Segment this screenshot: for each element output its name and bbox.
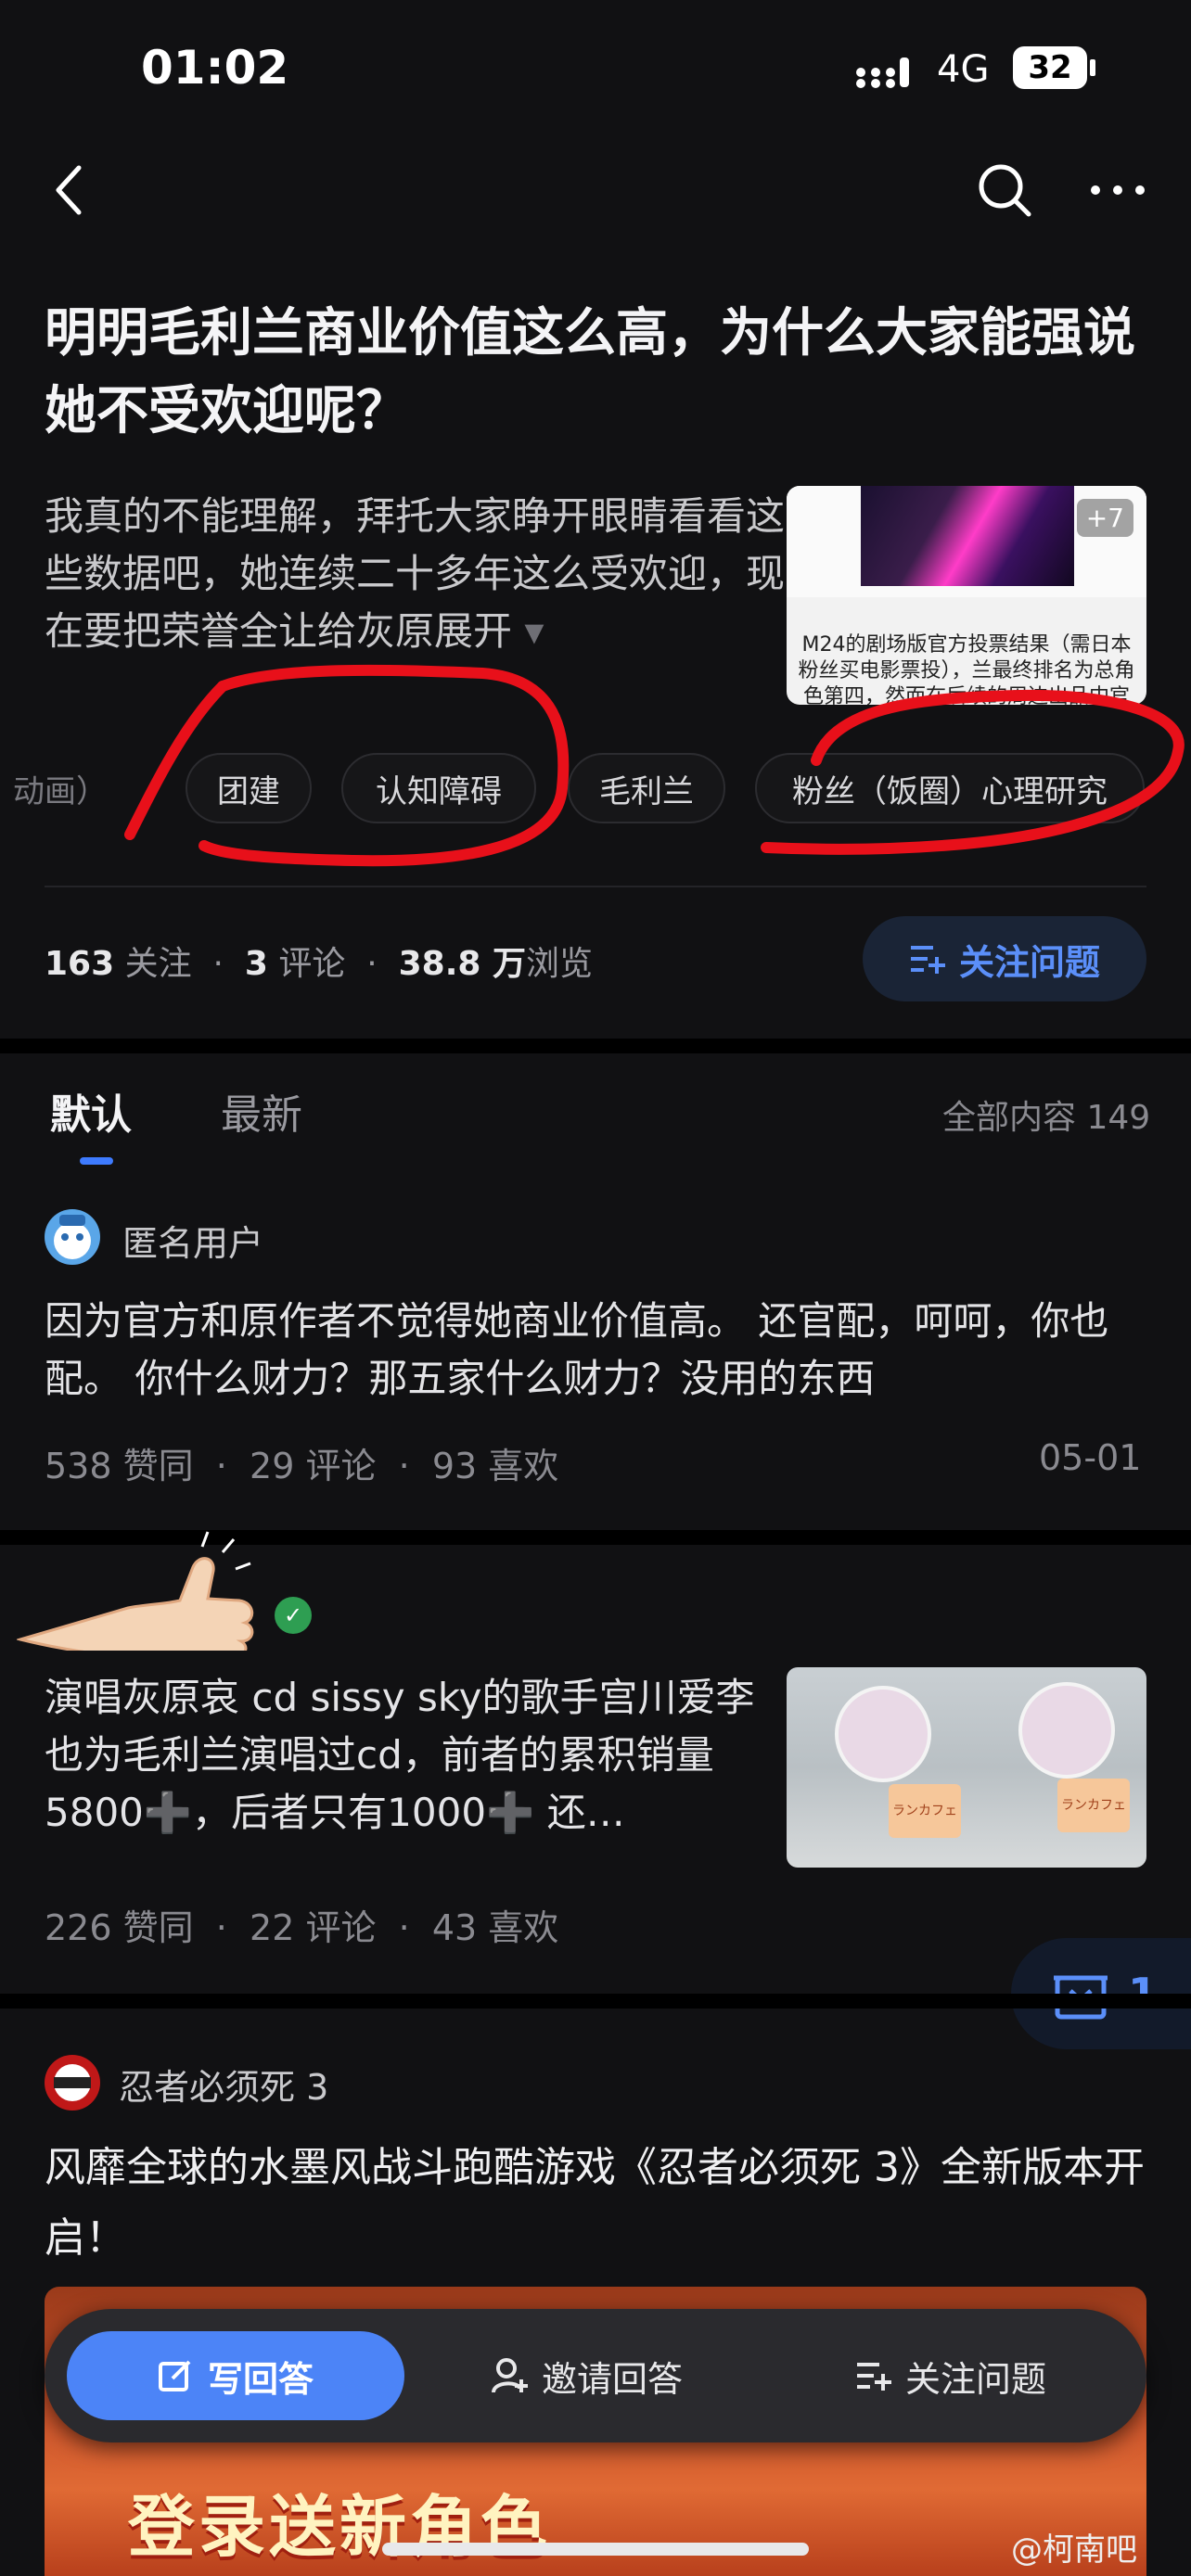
invite-user-icon: [492, 2358, 528, 2393]
section-separator: [0, 1039, 1191, 1053]
invite-answer-button[interactable]: 邀请回答: [492, 2331, 683, 2420]
question-title[interactable]: 明明毛利兰商业价值这么高，为什么大家能强说她不受欢迎呢？: [45, 295, 1148, 451]
follow-question-bar-button[interactable]: 关注问题: [855, 2331, 1046, 2420]
search-icon[interactable]: [972, 158, 1037, 223]
ninja-avatar[interactable]: [45, 2055, 100, 2111]
question-excerpt[interactable]: 我真的不能理解，拜托大家睁开眼睛看看这些数据吧，她连续二十多年这么受欢迎，现在要…: [45, 488, 787, 660]
edit-icon: [158, 2360, 191, 2391]
answer-user-name[interactable]: 匿名用户: [122, 1215, 263, 1266]
back-icon[interactable]: [37, 158, 102, 223]
question-stats: 163 关注 · 3 评论 · 38.8 万浏览: [45, 945, 593, 983]
answer-text[interactable]: 因为官方和原作者不觉得她商业价值高。 还官配，呵呵，你也配。 你什么财力？那五家…: [45, 1293, 1148, 1408]
answer-meta: 538 赞同 · 29 评论 · 93 喜欢: [45, 1446, 559, 1486]
answer-image[interactable]: ランカフェ ランカフェ: [787, 1667, 1146, 1868]
views-count: 38.8 万: [398, 945, 526, 983]
status-time: 01:02: [141, 41, 289, 95]
home-indicator[interactable]: [382, 2543, 809, 2556]
tab-active-indicator: [80, 1157, 113, 1165]
bottom-action-bar: 写回答 邀请回答 关注问题: [45, 2309, 1146, 2442]
price-card-2: ランカフェ: [1057, 1779, 1130, 1832]
divider: [45, 886, 1146, 887]
battery-indicator: 32: [1013, 46, 1087, 89]
answer-meta: 226 赞同 · 22 评论 · 43 喜欢: [45, 1907, 559, 1948]
battery-tip: [1090, 59, 1095, 76]
movie-scene-image: [861, 486, 1074, 586]
answer-text[interactable]: 演唱灰原哀 cd sissy sky的歌手宫川爱李也为毛利兰演唱过cd，前者的累…: [45, 1669, 768, 1842]
red-annotation-circles: [124, 664, 1185, 867]
anonymous-avatar[interactable]: [45, 1209, 100, 1265]
excerpt-text: 我真的不能理解，拜托大家睁开眼睛看看这些数据吧，她连续二十多年这么受欢迎，现在要…: [45, 493, 786, 654]
image-count-badge: +7: [1076, 499, 1133, 537]
signal-icon: [855, 54, 918, 89]
section-separator: [0, 1994, 1191, 2009]
price-card-1: ランカフェ: [889, 1784, 961, 1838]
expand-triangle-icon[interactable]: ▾: [512, 608, 544, 654]
write-answer-button[interactable]: 写回答: [67, 2331, 404, 2420]
watermark: @柯南吧: [1011, 2531, 1137, 2569]
anime-badge-1: [835, 1686, 931, 1782]
follow-list-icon: [910, 946, 945, 974]
follow-question-button[interactable]: 关注问题: [863, 916, 1146, 1001]
more-icon[interactable]: [1085, 167, 1150, 213]
network-label: 4G: [937, 48, 990, 91]
ad-title[interactable]: 风靡全球的水墨风战斗跑酷游戏《忍者必须死 3》全新版本开启！: [45, 2133, 1148, 2274]
thumbs-up-icon: [17, 1531, 254, 1651]
verified-badge-icon: ✓: [275, 1597, 312, 1634]
followers-count: 163: [45, 945, 115, 983]
follow-list-icon: [857, 2363, 891, 2391]
tab-default[interactable]: 默认: [50, 1081, 132, 1141]
ad-user-name[interactable]: 忍者必须死 3: [119, 2059, 328, 2110]
tab-newest[interactable]: 最新: [221, 1081, 302, 1141]
anime-badge-2: [1018, 1682, 1115, 1779]
all-content-count[interactable]: 全部内容 149: [942, 1090, 1150, 1139]
comments-count: 3: [244, 945, 268, 983]
answer-date: 05-01: [1039, 1437, 1142, 1478]
